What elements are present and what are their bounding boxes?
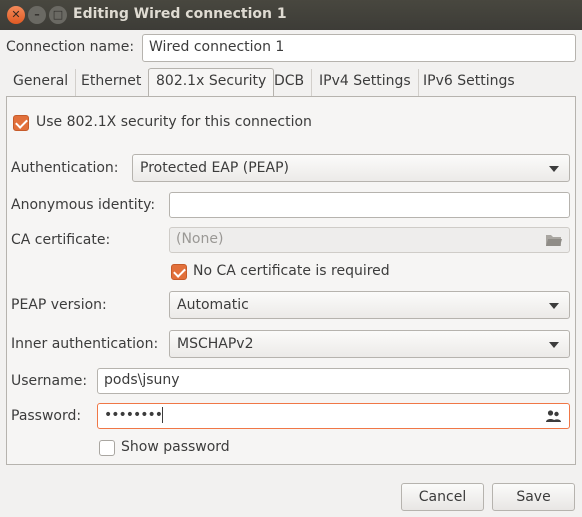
window-title: Editing Wired connection 1 (73, 6, 287, 22)
authentication-select[interactable]: Protected EAP (PEAP) (132, 154, 570, 182)
ca-certificate-label: CA certificate: (11, 232, 111, 248)
use-8021x-label: Use 802.1X security for this connection (36, 114, 312, 130)
chevron-down-icon (549, 303, 559, 309)
peap-version-select[interactable]: Automatic (169, 291, 570, 319)
chevron-down-icon (549, 166, 559, 172)
inner-authentication-select[interactable]: MSCHAPv2 (169, 330, 570, 358)
title-bar: ✕ – □ Editing Wired connection 1 (0, 0, 582, 30)
inner-authentication-value: MSCHAPv2 (177, 336, 254, 352)
password-input[interactable]: •••••••• (97, 403, 570, 429)
use-8021x-checkbox[interactable] (13, 115, 29, 131)
username-input[interactable]: pods\jsuny (97, 368, 570, 394)
minimize-icon[interactable]: – (28, 6, 46, 24)
connection-name-label: Connection name: (6, 39, 135, 55)
authentication-label: Authentication: (11, 160, 119, 176)
tab-8021x-security[interactable]: 802.1x Security (148, 68, 275, 97)
password-label: Password: (11, 408, 82, 424)
authentication-value: Protected EAP (PEAP) (140, 160, 289, 176)
tab-ipv4-settings[interactable]: IPv4 Settings (312, 69, 419, 96)
cancel-button[interactable]: Cancel (401, 483, 484, 511)
peap-version-label: PEAP version: (11, 297, 107, 313)
inner-authentication-label: Inner authentication: (11, 336, 159, 352)
connection-name-input[interactable]: Wired connection 1 (142, 34, 576, 62)
no-ca-required-label: No CA certificate is required (193, 263, 390, 279)
chevron-down-icon (549, 342, 559, 348)
ca-certificate-input: (None) (169, 227, 570, 253)
folder-open-icon (545, 232, 563, 252)
save-button[interactable]: Save (492, 483, 575, 511)
tab-general[interactable]: General (6, 69, 77, 96)
peap-version-value: Automatic (177, 297, 249, 313)
maximize-icon[interactable]: □ (49, 6, 67, 24)
tab-ethernet[interactable]: Ethernet (74, 69, 150, 96)
anonymous-identity-input[interactable] (169, 192, 570, 218)
show-password-label: Show password (121, 439, 230, 455)
username-label: Username: (11, 373, 88, 389)
ca-certificate-value: (None) (176, 231, 224, 247)
password-value: •••••••• (104, 407, 163, 423)
user-options-icon[interactable] (545, 408, 561, 428)
tab-ipv6-settings[interactable]: IPv6 Settings (416, 69, 522, 96)
tab-dcb[interactable]: DCB (267, 69, 313, 96)
close-icon[interactable]: ✕ (7, 6, 25, 24)
no-ca-required-checkbox[interactable] (171, 264, 187, 280)
show-password-checkbox[interactable] (99, 440, 115, 456)
anonymous-identity-label: Anonymous identity: (11, 197, 156, 213)
